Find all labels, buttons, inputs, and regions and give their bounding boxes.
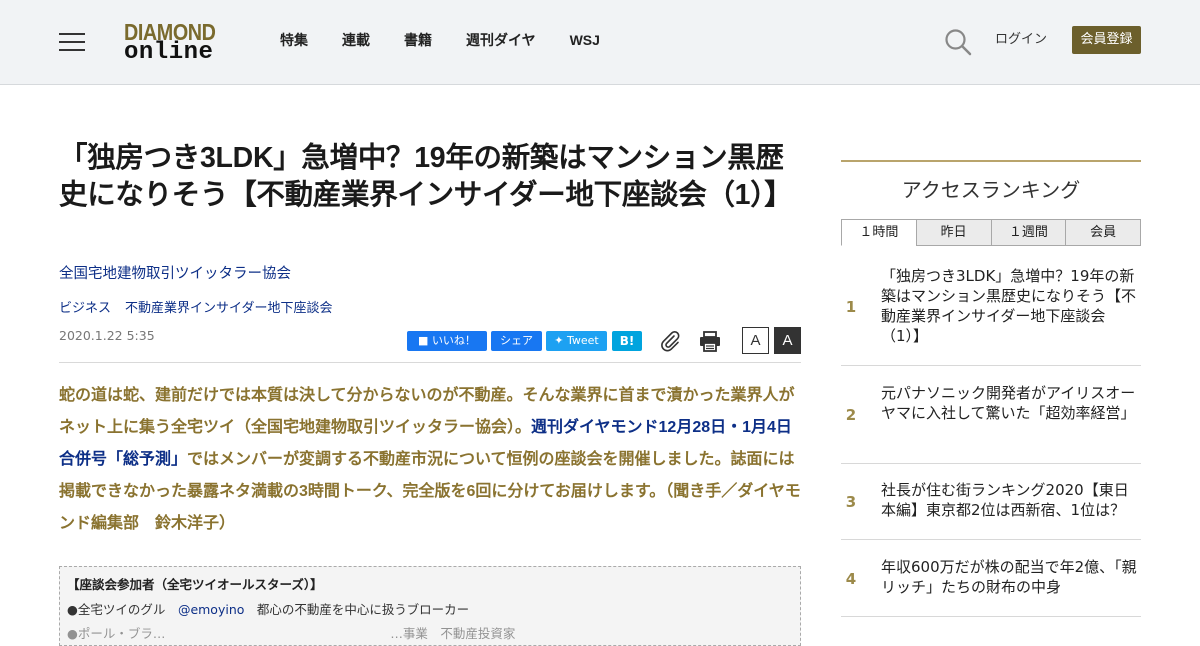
rank-title: 「独房つき3LDK」急増中？19年の新築はマンション黒歴史になりそう【不動産業界…	[881, 267, 1137, 345]
facebook-like-label: いいね！	[431, 334, 476, 347]
participants-heading: 【座談会参加者（全宅ツイオールスターズ）】	[67, 577, 323, 592]
tag-business[interactable]: ビジネス	[59, 300, 111, 318]
article-title: 「独房つき3LDK」急増中？19年の新築はマンション黒歴史になりそう【不動産業界…	[59, 142, 793, 211]
tweet-button[interactable]: ✦ Tweet	[546, 331, 607, 351]
twitter-bird-icon: ✦	[554, 334, 567, 347]
publish-date: 2020.1.22 5:35	[59, 328, 155, 343]
ranking-item-2[interactable]: 2 元パナソニック開発者がアイリスオーヤマに入社して驚いた「超効率経営」	[841, 366, 1141, 464]
logo-line2: online	[124, 39, 214, 66]
print-icon[interactable]	[699, 330, 721, 352]
main-nav: 特集 連載 書籍 週刊ダイヤ WSJ	[280, 30, 634, 52]
tweet-label: Tweet	[566, 334, 599, 347]
site-header: DIAMOND online 特集 連載 書籍 週刊ダイヤ WSJ ログイン 会…	[0, 0, 1200, 85]
ranking-top-border	[841, 160, 1141, 162]
ranking-item-3[interactable]: 3 社長が住む街ランキング2020【東日本編】東京都2位は西新宿、1位は？	[841, 464, 1141, 540]
hamburger-menu-icon[interactable]	[59, 31, 85, 53]
font-size-large-button[interactable]: A	[774, 327, 801, 354]
ranking-item-1[interactable]: 1 「独房つき3LDK」急増中？19年の新築はマンション黒歴史になりそう【不動産…	[841, 256, 1141, 366]
hatena-bookmark-button[interactable]: B!	[612, 331, 642, 351]
facebook-share-button[interactable]: シェア	[491, 331, 542, 351]
nav-item-weekly-diamond[interactable]: 週刊ダイヤ	[466, 30, 536, 52]
rank-number: 4	[845, 570, 857, 588]
participants-box: 【座談会参加者（全宅ツイオールスターズ）】 ●全宅ツイのグル @emoyino …	[59, 566, 801, 646]
article-tags: ビジネス 不動産業界インサイダー地下座談会	[59, 300, 347, 318]
nav-item-wsj[interactable]: WSJ	[570, 30, 600, 52]
nav-item-books[interactable]: 書籍	[404, 30, 432, 52]
participant-1-name: ●全宅ツイのグル	[67, 602, 166, 617]
paperclip-icon[interactable]	[659, 330, 681, 352]
font-size-small-button[interactable]: A	[742, 327, 769, 354]
tab-members[interactable]: 会員	[1065, 219, 1141, 246]
article-lead: 蛇の道は蛇、建前だけでは本質は決して分からないのが不動産。そんな業界に首まで漬か…	[59, 380, 804, 540]
divider	[59, 362, 801, 363]
rank-title: 元パナソニック開発者がアイリスオーヤマに入社して驚いた「超効率経営」	[881, 384, 1136, 422]
tab-yesterday[interactable]: 昨日	[915, 219, 992, 246]
ranking-tabs: １時間 昨日 １週間 会員	[841, 219, 1141, 246]
participant-1: ●全宅ツイのグル @emoyino 都心の不動産を中心に扱うブローカー	[67, 602, 793, 618]
tab-1hour[interactable]: １時間	[841, 219, 917, 246]
participant-2: ●ポール・ブラ… …事業 不動産投資家	[67, 626, 516, 641]
register-button[interactable]: 会員登録	[1072, 26, 1141, 54]
facebook-icon: ■	[418, 334, 432, 347]
rank-number: 2	[845, 406, 857, 424]
rank-title: 年収600万だが株の配当で年2億、「親リッチ」たちの財布の中身	[881, 558, 1137, 596]
search-icon[interactable]	[944, 28, 972, 56]
rank-title: 社長が住む街ランキング2020【東日本編】東京都2位は西新宿、1位は？	[881, 481, 1129, 519]
nav-item-feature[interactable]: 特集	[280, 30, 308, 52]
participant-1-handle[interactable]: @emoyino	[178, 602, 244, 617]
site-logo[interactable]: DIAMOND online	[124, 19, 228, 67]
tab-1week[interactable]: １週間	[990, 219, 1067, 246]
rank-number: 3	[845, 493, 857, 511]
nav-item-series[interactable]: 連載	[342, 30, 370, 52]
rank-number: 1	[845, 298, 857, 316]
ranking-title: アクセスランキング	[901, 178, 1081, 202]
facebook-like-button[interactable]: ■ いいね！	[407, 331, 487, 351]
participant-1-desc: 都心の不動産を中心に扱うブローカー	[256, 602, 470, 617]
tag-series[interactable]: 不動産業界インサイダー地下座談会	[125, 300, 332, 318]
login-link[interactable]: ログイン	[995, 31, 1047, 49]
ranking-item-4[interactable]: 4 年収600万だが株の配当で年2億、「親リッチ」たちの財布の中身	[841, 540, 1141, 617]
article-author[interactable]: 全国宅地建物取引ツイッタラー協会	[59, 264, 291, 284]
